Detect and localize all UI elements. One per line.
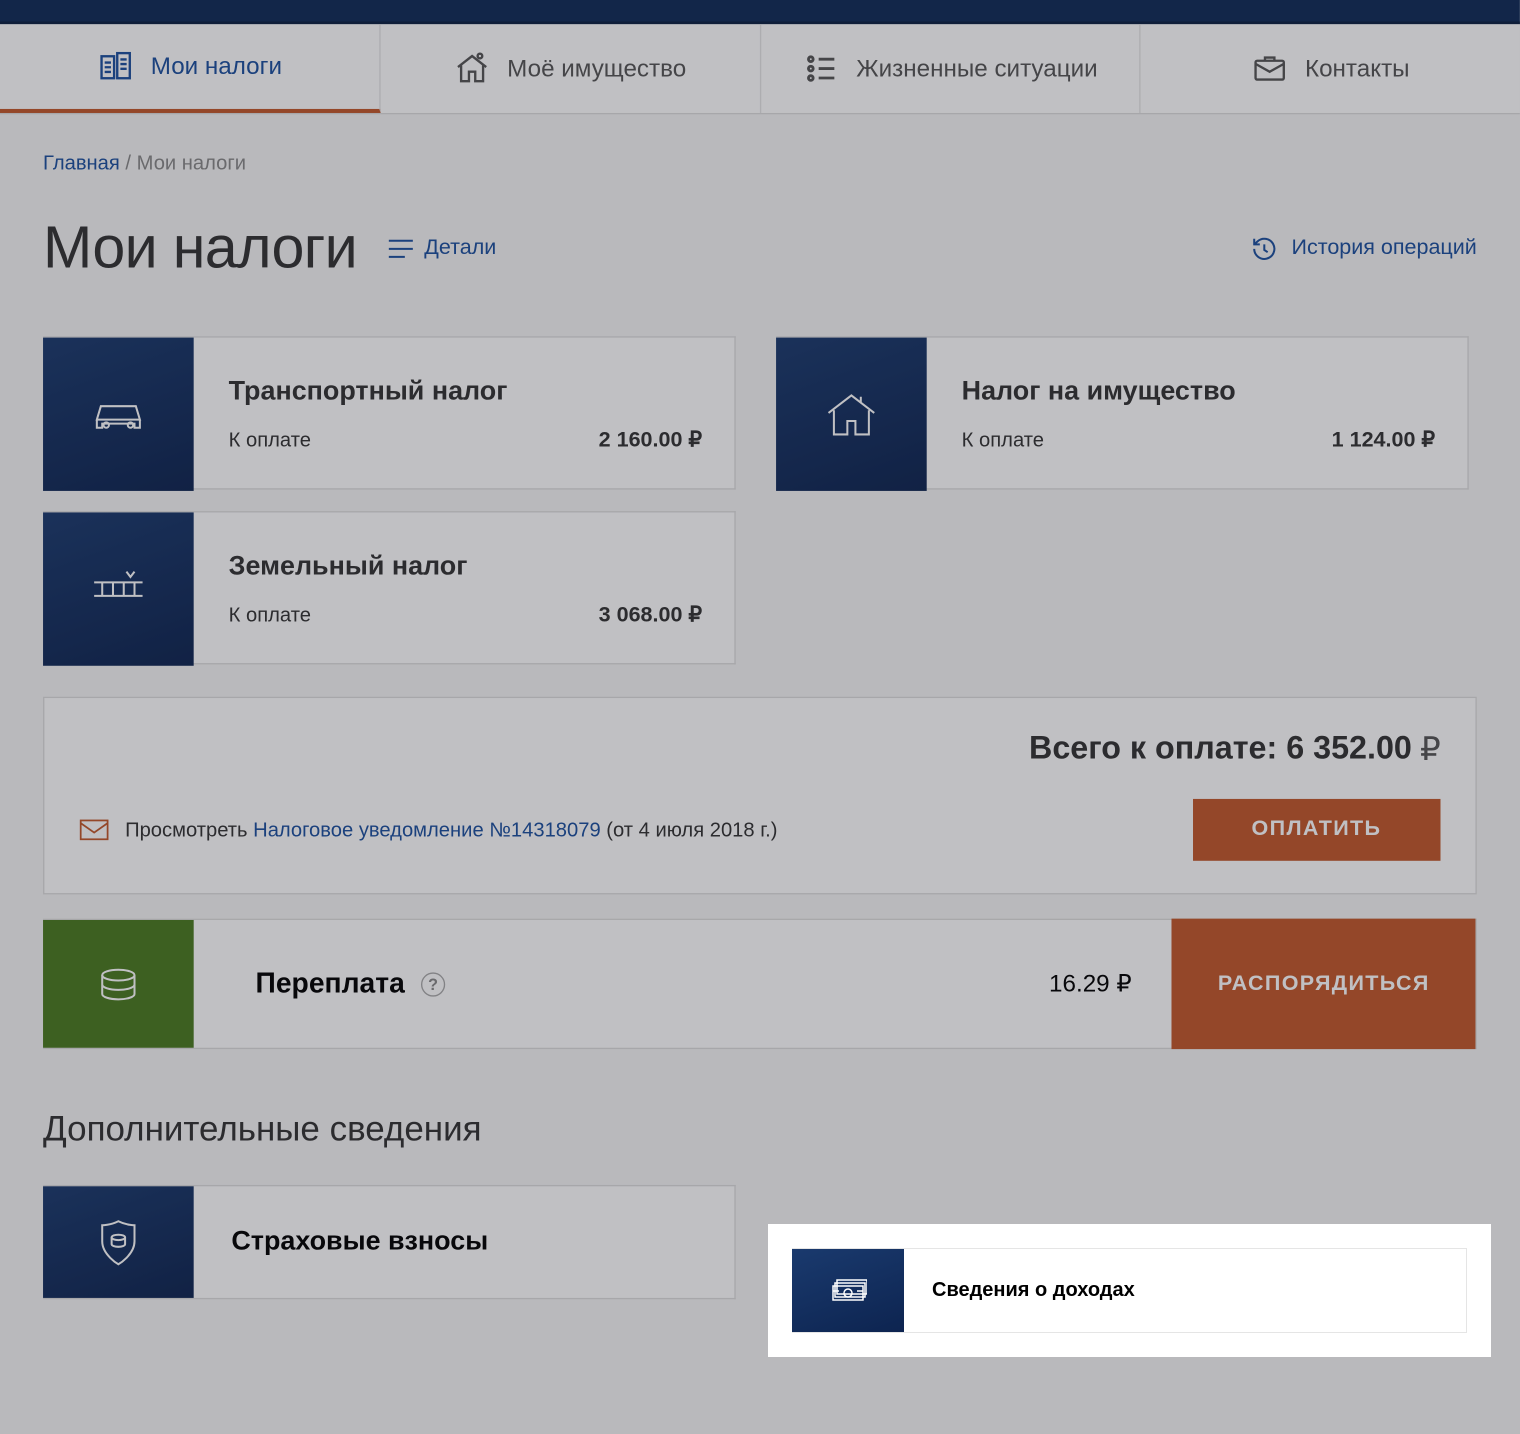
tax-card-transport[interactable]: Транспортный налог К оплате 2 160.00 ₽ (43, 336, 736, 489)
shield-icon (43, 1186, 194, 1298)
details-link[interactable]: Детали (389, 237, 496, 261)
tab-label: Моё имущество (507, 54, 686, 82)
dispose-button[interactable]: РАСПОРЯДИТЬСЯ (1172, 919, 1475, 1049)
land-icon (43, 512, 194, 665)
total-amount: 6 352.00 (1286, 730, 1412, 769)
highlight-panel: Сведения о доходах (768, 1224, 1491, 1357)
envelope-icon (79, 819, 109, 841)
house-icon (776, 338, 927, 491)
tab-contacts[interactable]: Контакты (1141, 24, 1520, 113)
pay-label: К оплате (229, 603, 311, 626)
tab-label: Мои налоги (151, 52, 282, 80)
pay-label: К оплате (962, 428, 1044, 451)
info-card-income[interactable]: Сведения о доходах (792, 1248, 1467, 1333)
coins-icon (43, 920, 194, 1048)
document-icon (97, 48, 135, 86)
ruble-sign: ₽ (1420, 730, 1441, 769)
total-label: Всего к оплате: (1029, 730, 1277, 769)
top-banner (0, 0, 1520, 24)
tab-label: Жизненные ситуации (856, 54, 1097, 82)
breadcrumb: Главная / Мои налоги (43, 152, 1477, 175)
menu-icon (389, 239, 413, 258)
tax-amount: 3 068.00 ₽ (599, 601, 702, 628)
tax-amount: 1 124.00 ₽ (1332, 426, 1435, 453)
tax-title: Земельный налог (229, 551, 702, 582)
pay-button[interactable]: ОПЛАТИТЬ (1192, 799, 1440, 861)
main-tabs: Мои налоги Моё имущество Жизненные ситуа… (0, 24, 1520, 114)
tax-title: Налог на имущество (962, 376, 1435, 407)
help-icon[interactable]: ? (421, 972, 445, 996)
pay-label: К оплате (229, 428, 311, 451)
overpay-title: Переплата (256, 968, 405, 1000)
notice-link[interactable]: Налоговое уведомление №14318079 (253, 818, 601, 841)
history-link[interactable]: История операций (1251, 235, 1477, 262)
tax-title: Транспортный налог (229, 376, 702, 407)
history-icon (1251, 235, 1278, 262)
breadcrumb-home[interactable]: Главная (43, 152, 120, 175)
tab-my-taxes[interactable]: Мои налоги (0, 24, 380, 113)
tax-card-property[interactable]: Налог на имущество К оплате 1 124.00 ₽ (776, 336, 1469, 489)
section-title: Дополнительные сведения (43, 1108, 1477, 1150)
money-stack-icon (792, 1249, 904, 1332)
total-box: Всего к оплате: 6 352.00 ₽ Просмотреть Н… (43, 697, 1477, 895)
tax-card-land[interactable]: Земельный налог К оплате 3 068.00 ₽ (43, 511, 736, 664)
tab-life-situations[interactable]: Жизненные ситуации (761, 24, 1141, 113)
info-title: Сведения о доходах (932, 1279, 1135, 1302)
tax-amount: 2 160.00 ₽ (599, 426, 702, 453)
tax-notice: Просмотреть Налоговое уведомление №14318… (79, 818, 777, 841)
info-card-insurance[interactable]: Страховые взносы (43, 1185, 736, 1299)
mail-icon (1251, 50, 1289, 88)
overpay-amount: 16.29 ₽ (1049, 970, 1132, 998)
house-icon (453, 50, 491, 88)
breadcrumb-current: Мои налоги (137, 152, 246, 175)
tab-label: Контакты (1305, 54, 1410, 82)
car-icon (43, 338, 194, 491)
page-title: Мои налоги (43, 215, 357, 282)
list-icon (803, 50, 841, 88)
overpayment-card[interactable]: Переплата ? 16.29 ₽ РАСПОРЯДИТЬСЯ (43, 919, 1477, 1049)
tab-my-property[interactable]: Моё имущество (380, 24, 760, 113)
info-title: Страховые взносы (231, 1227, 488, 1258)
